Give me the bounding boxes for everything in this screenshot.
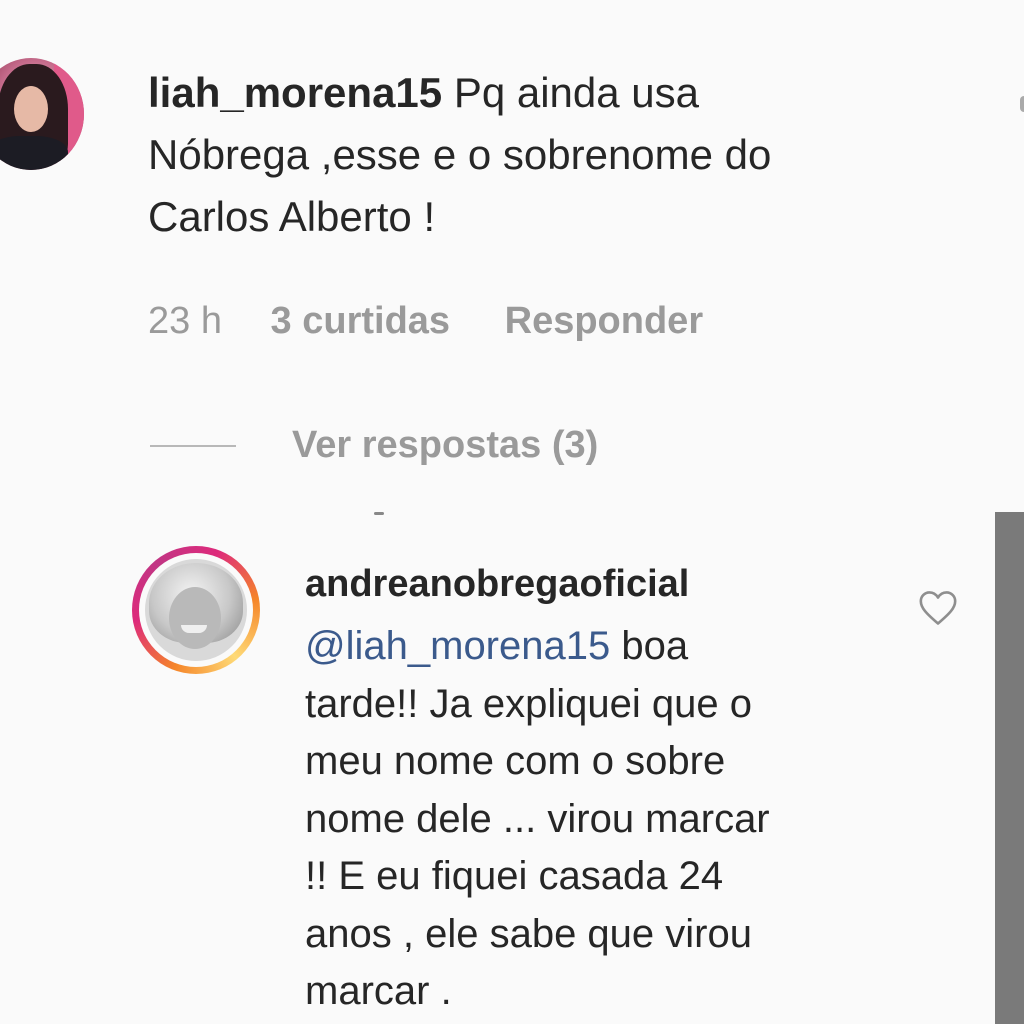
reply-body-line-3: meu nome com o sobre — [305, 739, 726, 783]
comment-meta: 23 h 3 curtidas Responder — [148, 300, 703, 343]
commenter-avatar[interactable] — [0, 58, 84, 170]
reply-username[interactable]: andreanobregaoficial — [305, 563, 689, 606]
comment-body-line-3: Carlos Alberto ! — [148, 193, 436, 240]
comment-text: liah_morena15 Pq ainda usa Nóbrega ,esse… — [148, 62, 948, 248]
reply-body-line-1: boa — [610, 624, 689, 668]
comments-screen: liah_morena15 Pq ainda usa Nóbrega ,esse… — [0, 0, 1024, 1024]
comment-body-line-1: Pq ainda usa — [453, 69, 700, 116]
story-ring-avatar[interactable] — [132, 546, 260, 674]
view-replies-button[interactable]: Ver respostas (3) — [292, 424, 598, 467]
reply-button[interactable]: Responder — [505, 300, 703, 343]
comment-username[interactable]: liah_morena15 — [148, 69, 442, 116]
likes-count-button[interactable]: 3 curtidas — [271, 300, 451, 343]
scrollbar[interactable] — [995, 512, 1024, 1024]
comment-body-line-2: Nóbrega ,esse e o sobrenome do — [148, 131, 772, 178]
reply-text: @liah_morena15 boa tarde!! Ja expliquei … — [305, 618, 875, 1021]
reply-body-line-7: marcar . — [305, 969, 452, 1013]
reply-avatar — [145, 559, 247, 661]
mention-link[interactable]: @liah_morena15 — [305, 624, 610, 668]
heart-icon[interactable] — [918, 590, 958, 626]
edge-icon — [1020, 96, 1024, 112]
replies-divider — [150, 445, 236, 447]
loading-indicator — [374, 512, 384, 515]
comment-timestamp: 23 h — [148, 300, 222, 342]
reply-body-line-5: !! E eu fiquei casada 24 — [305, 854, 724, 898]
reply-body-line-2: tarde!! Ja expliquei que o — [305, 681, 752, 726]
reply-body-line-6: anos , ele sabe que virou — [305, 911, 752, 956]
reply-body-line-4: nome dele ... virou marcar — [305, 796, 770, 841]
